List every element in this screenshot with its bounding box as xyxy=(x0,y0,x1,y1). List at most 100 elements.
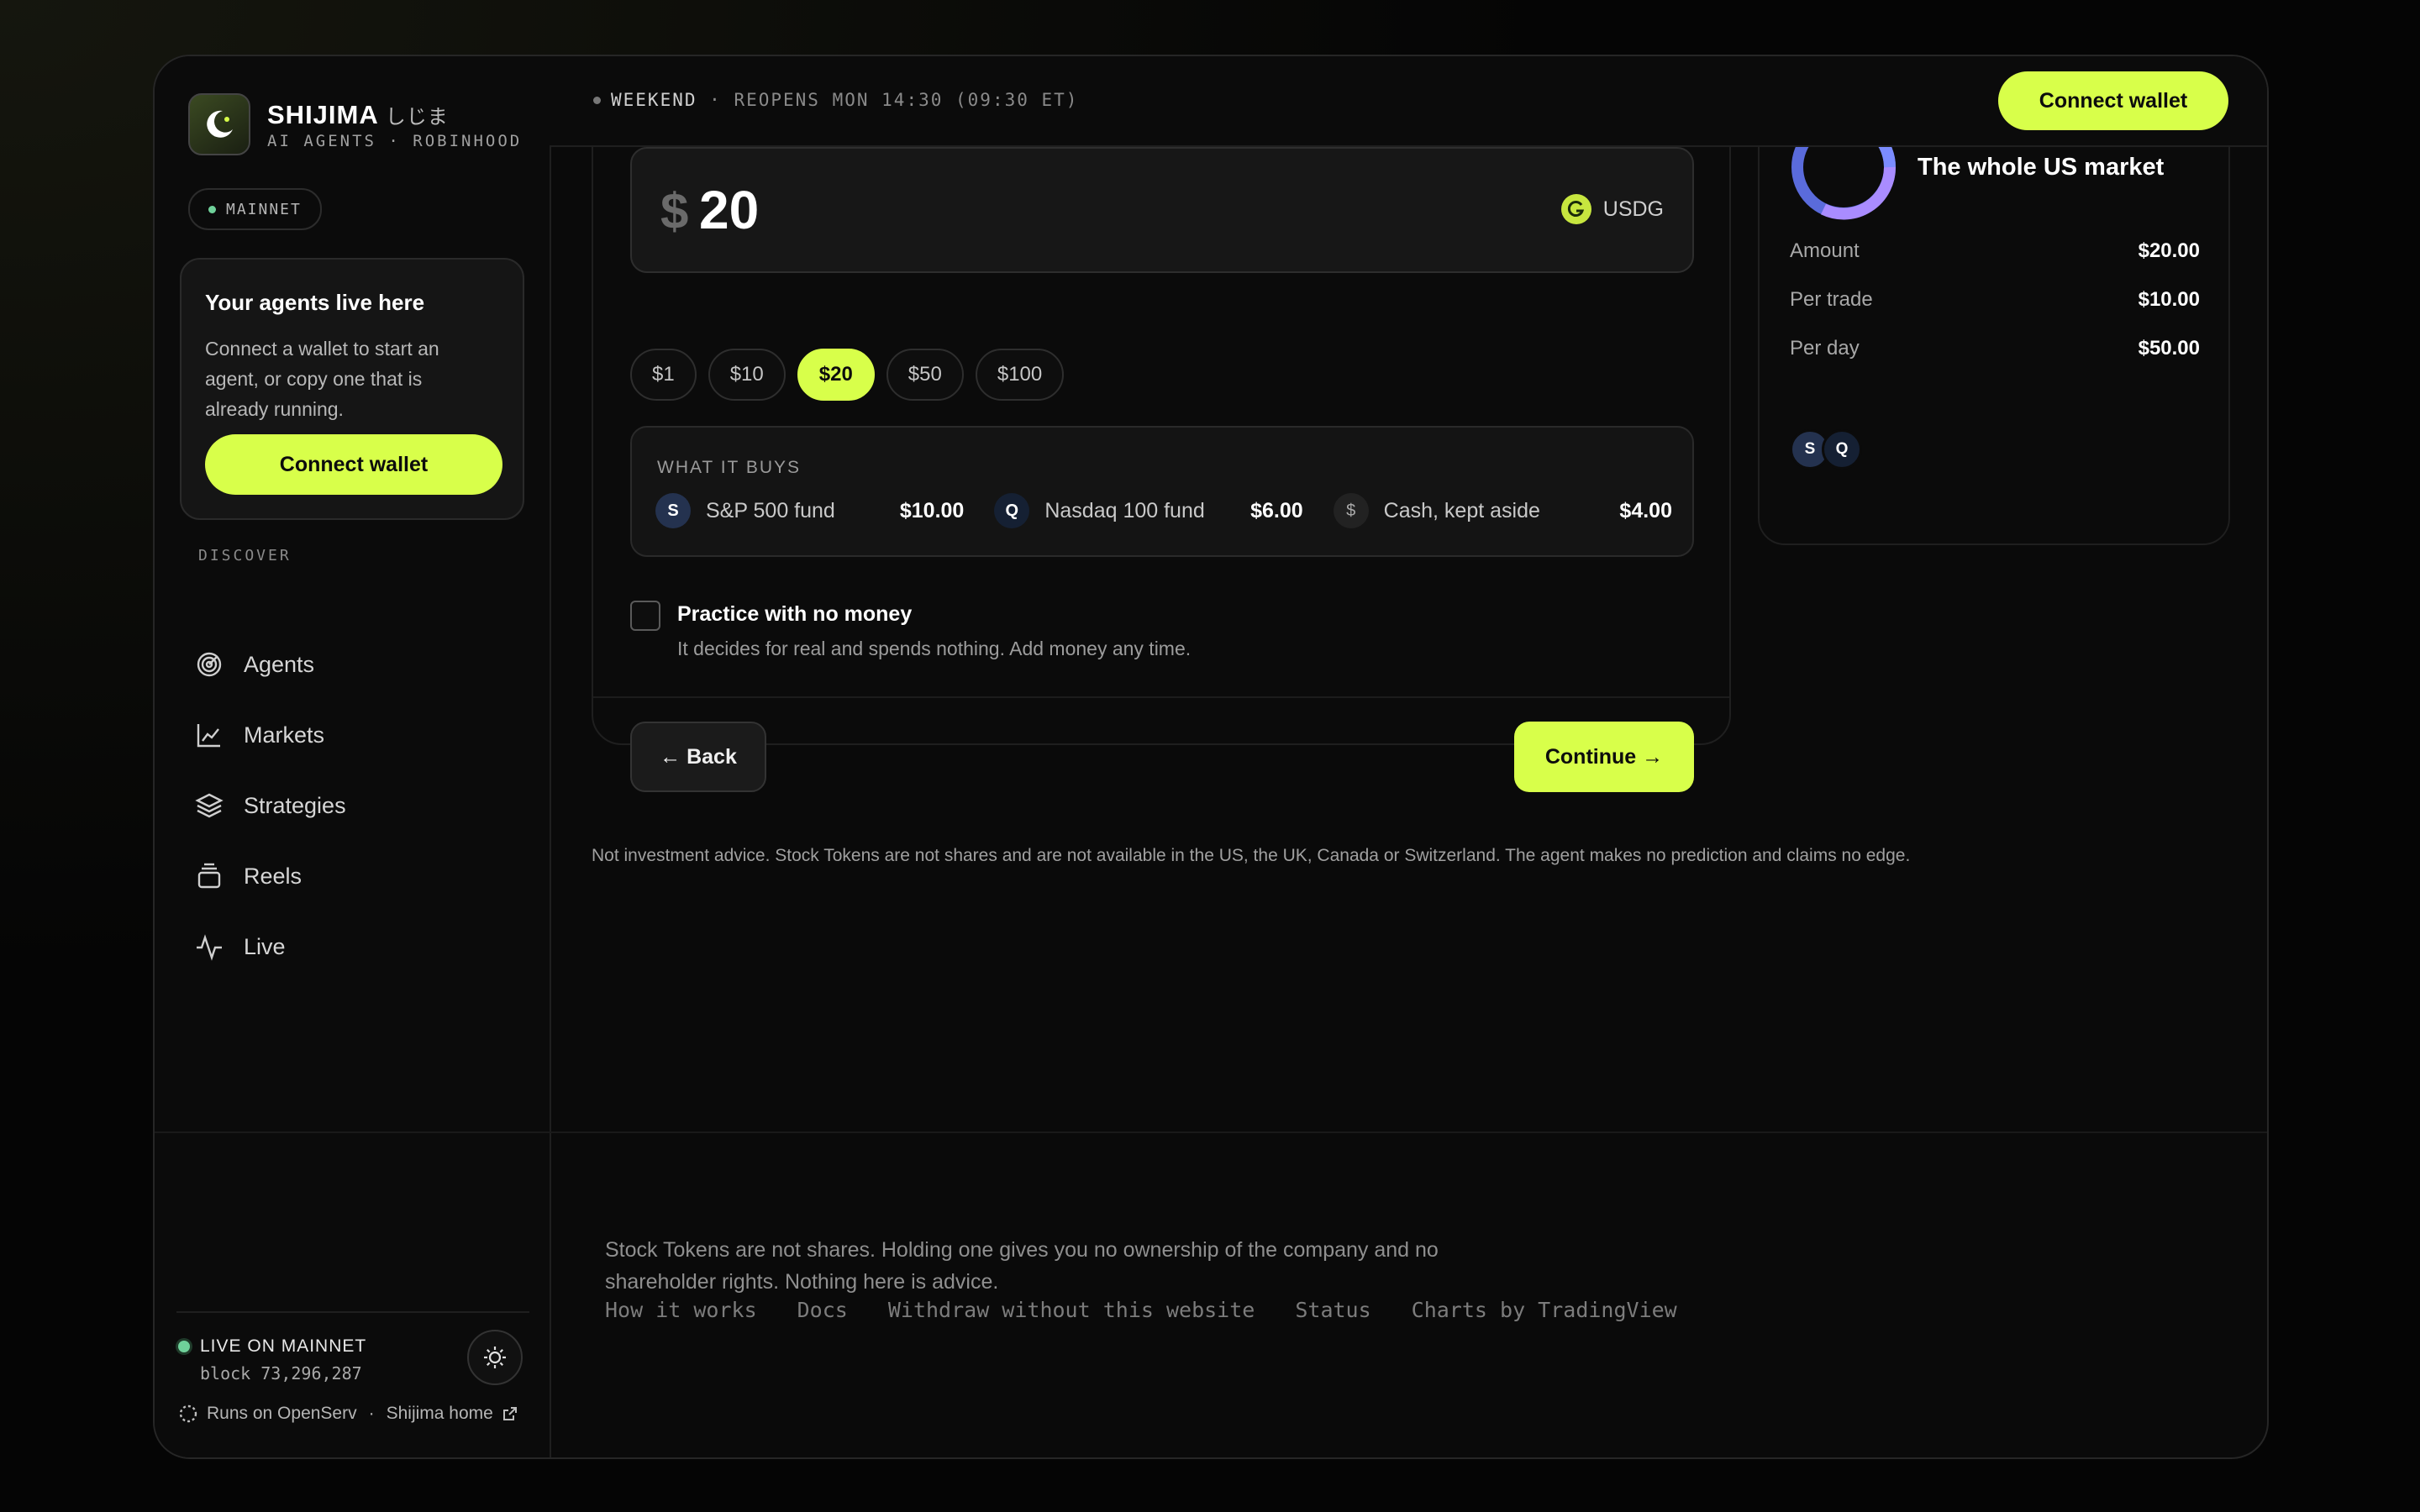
sidebar-item-label: Reels xyxy=(244,863,302,889)
brand-name: SHIJIMA しじま xyxy=(267,100,449,129)
sidebar-connect-wallet-button[interactable]: Connect wallet xyxy=(205,434,502,495)
preset-chip-1[interactable]: $1 xyxy=(630,349,697,401)
summary-value: $50.00 xyxy=(2138,337,2200,360)
app-frame: SHIJIMA しじま AI AGENTS · ROBINHOOD MAINNET… xyxy=(153,55,2269,1459)
agents-card: Your agents live here Connect a wallet t… xyxy=(180,258,524,520)
runs-on-label[interactable]: Runs on OpenServ xyxy=(207,1404,357,1424)
allocation-item-sp500: S S&P 500 fund $10.00 xyxy=(655,493,994,528)
preset-chip-50[interactable]: $50 xyxy=(886,349,964,401)
practice-mode-subtitle: It decides for real and spends nothing. … xyxy=(677,638,1192,659)
footer-note: Stock Tokens are not shares. Holding one… xyxy=(605,1238,1439,1294)
activity-icon xyxy=(197,934,222,961)
sidebar-item-live[interactable]: Live xyxy=(195,921,514,972)
connect-wallet-button[interactable]: Connect wallet xyxy=(1998,71,2228,130)
disclaimer-text: Not investment advice. Stock Tokens are … xyxy=(592,846,1911,865)
summary-row-per-trade: Per trade $10.00 xyxy=(1790,288,2200,312)
footer-links: How it works Docs Withdraw without this … xyxy=(605,1298,1718,1322)
amount-input[interactable]: $ 20 USDG xyxy=(630,147,1694,273)
summary-row-amount: Amount $20.00 xyxy=(1790,239,2200,263)
sidebar-item-markets[interactable]: Markets xyxy=(195,710,514,760)
brand-name-jp: しじま xyxy=(385,106,449,129)
token-badge: USDG xyxy=(1560,194,1664,224)
runs-on-row: Runs on OpenServ · Shijima home xyxy=(178,1404,527,1424)
holdings-avatars: S Q xyxy=(1790,429,1862,470)
layers-icon xyxy=(195,793,224,818)
footer-link-status[interactable]: Status xyxy=(1295,1298,1370,1322)
network-label: MAINNET xyxy=(226,200,302,218)
summary-key: Amount xyxy=(1790,239,1860,262)
sun-icon xyxy=(484,1347,506,1368)
back-button[interactable]: ← Back xyxy=(630,722,766,792)
footer-divider xyxy=(155,1131,2267,1133)
stack-icon xyxy=(197,863,221,889)
summary-key: Per trade xyxy=(1790,288,1873,311)
footer-link-how-it-works[interactable]: How it works xyxy=(605,1298,757,1322)
agent-wizard-card: $ 20 USDG $1 $10 $20 $50 $100 WHAT IT BU… xyxy=(592,112,1731,792)
agents-card-title: Your agents live here xyxy=(205,290,425,315)
footer-link-withdraw[interactable]: Withdraw without this website xyxy=(888,1298,1255,1322)
sidebar-item-label: Strategies xyxy=(244,792,346,818)
allocation-row: S S&P 500 fund $10.00 Q Nasdaq 100 fund … xyxy=(655,493,1672,528)
token-label: USDG xyxy=(1602,197,1664,221)
wizard-divider xyxy=(593,696,1729,698)
fund-name: Cash, kept aside xyxy=(1383,498,1540,522)
cash-icon: $ xyxy=(1333,493,1369,528)
footer-link-docs[interactable]: Docs xyxy=(797,1298,848,1322)
moon-logo-icon xyxy=(207,110,233,138)
market-status-dot xyxy=(593,96,601,104)
allocation-item-cash: $ Cash, kept aside $4.00 xyxy=(1333,493,1672,528)
radar-icon xyxy=(197,652,222,677)
market-status-rest: · REOPENS MON 14:30 (09:30 ET) xyxy=(697,90,1079,110)
summary-row-per-day: Per day $50.00 xyxy=(1790,337,2200,360)
fund-name: Nasdaq 100 fund xyxy=(1044,498,1205,522)
sidebar: SHIJIMA しじま AI AGENTS · ROBINHOOD MAINNET… xyxy=(155,56,551,1457)
summary-value: $10.00 xyxy=(2138,288,2200,311)
market-status-strong: WEEKEND xyxy=(611,90,697,110)
openserv-icon xyxy=(179,1404,197,1423)
fund-name: S&P 500 fund xyxy=(706,498,835,522)
sidebar-item-label: Markets xyxy=(244,722,325,748)
sp500-fund-icon: S xyxy=(655,493,691,528)
what-it-buys-label: WHAT IT BUYS xyxy=(657,458,802,477)
sidebar-item-label: Live xyxy=(244,933,286,959)
sidebar-item-reels[interactable]: Reels xyxy=(195,851,514,901)
logo[interactable] xyxy=(188,93,250,155)
continue-button[interactable]: Continue → xyxy=(1514,722,1694,792)
summary-key: Per day xyxy=(1790,337,1860,360)
summary-value: $20.00 xyxy=(2138,239,2200,262)
theme-toggle-button[interactable] xyxy=(467,1330,523,1385)
sidebar-item-agents[interactable]: Agents xyxy=(195,639,514,690)
fund-value: $4.00 xyxy=(1619,498,1672,522)
live-status-label: LIVE ON MAINNET xyxy=(200,1336,367,1356)
preset-chip-20[interactable]: $20 xyxy=(797,349,875,401)
runs-on-separator: · xyxy=(368,1404,375,1423)
network-pill[interactable]: MAINNET xyxy=(188,188,322,230)
chart-line-icon xyxy=(197,724,220,748)
preset-chip-10[interactable]: $10 xyxy=(708,349,786,401)
practice-mode-title[interactable]: Practice with no money xyxy=(677,602,912,627)
shijima-home-link[interactable]: Shijima home xyxy=(387,1404,493,1424)
summary-card: The whole US market Amount $20.00 Per tr… xyxy=(1758,112,2230,545)
amount-value[interactable]: 20 xyxy=(699,179,759,241)
summary-title: The whole US market xyxy=(1918,154,2165,181)
block-height: block 73,296,287 xyxy=(200,1363,362,1383)
sidebar-footer-divider xyxy=(176,1311,529,1313)
brand-subtitle: AI AGENTS · ROBINHOOD xyxy=(267,132,523,150)
avatar: Q xyxy=(1822,429,1862,470)
allocation-item-nasdaq: Q Nasdaq 100 fund $6.00 xyxy=(994,493,1333,528)
discover-section-label: DISCOVER xyxy=(198,547,292,564)
external-link-icon[interactable] xyxy=(502,1405,518,1422)
sidebar-item-strategies[interactable]: Strategies xyxy=(195,780,514,831)
sidebar-item-label: Agents xyxy=(244,651,315,677)
fund-value: $6.00 xyxy=(1250,498,1303,522)
market-status: WEEKEND · REOPENS MON 14:30 (09:30 ET) xyxy=(593,90,1078,110)
usdg-token-icon xyxy=(1560,194,1591,224)
network-status-dot xyxy=(208,205,216,213)
amount-currency-symbol: $ xyxy=(660,183,689,239)
top-bar: WEEKEND · REOPENS MON 14:30 (09:30 ET) C… xyxy=(550,56,2267,147)
practice-mode-checkbox[interactable] xyxy=(630,601,660,631)
footer-link-tradingview[interactable]: Charts by TradingView xyxy=(1412,1298,1677,1322)
preset-chip-100[interactable]: $100 xyxy=(975,349,1065,401)
fund-value: $10.00 xyxy=(899,498,965,522)
agents-card-body: Connect a wallet to start an agent, or c… xyxy=(205,338,439,420)
